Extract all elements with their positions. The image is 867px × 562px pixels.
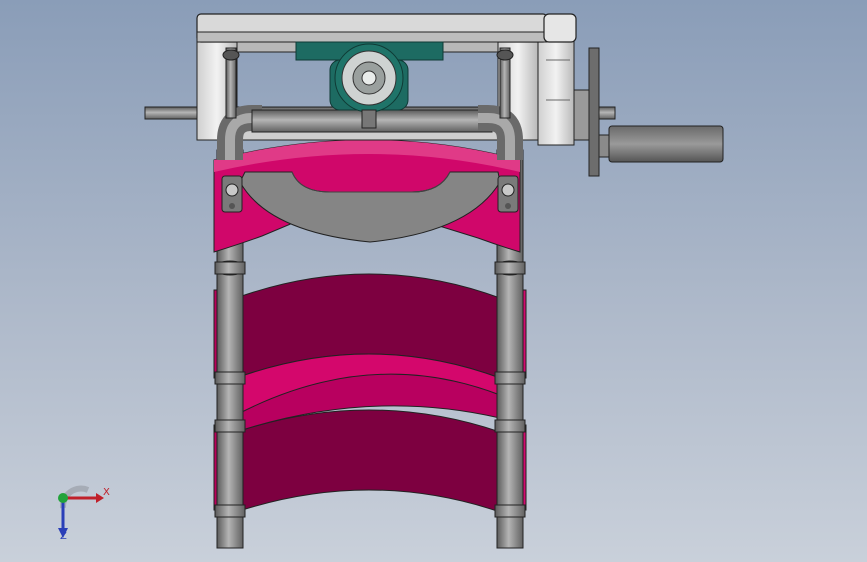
crank-handle[interactable] bbox=[608, 125, 724, 163]
middle-band[interactable] bbox=[213, 273, 527, 433]
orientation-triad: X Z bbox=[48, 480, 118, 550]
cad-viewport[interactable]: X Z bbox=[0, 0, 867, 562]
lower-band[interactable] bbox=[213, 409, 527, 513]
z-axis-label: Z bbox=[60, 531, 67, 542]
cad-model[interactable] bbox=[0, 0, 867, 562]
left-bracket[interactable] bbox=[221, 175, 243, 213]
x-axis-label: X bbox=[103, 487, 110, 498]
right-bracket[interactable] bbox=[497, 175, 519, 213]
